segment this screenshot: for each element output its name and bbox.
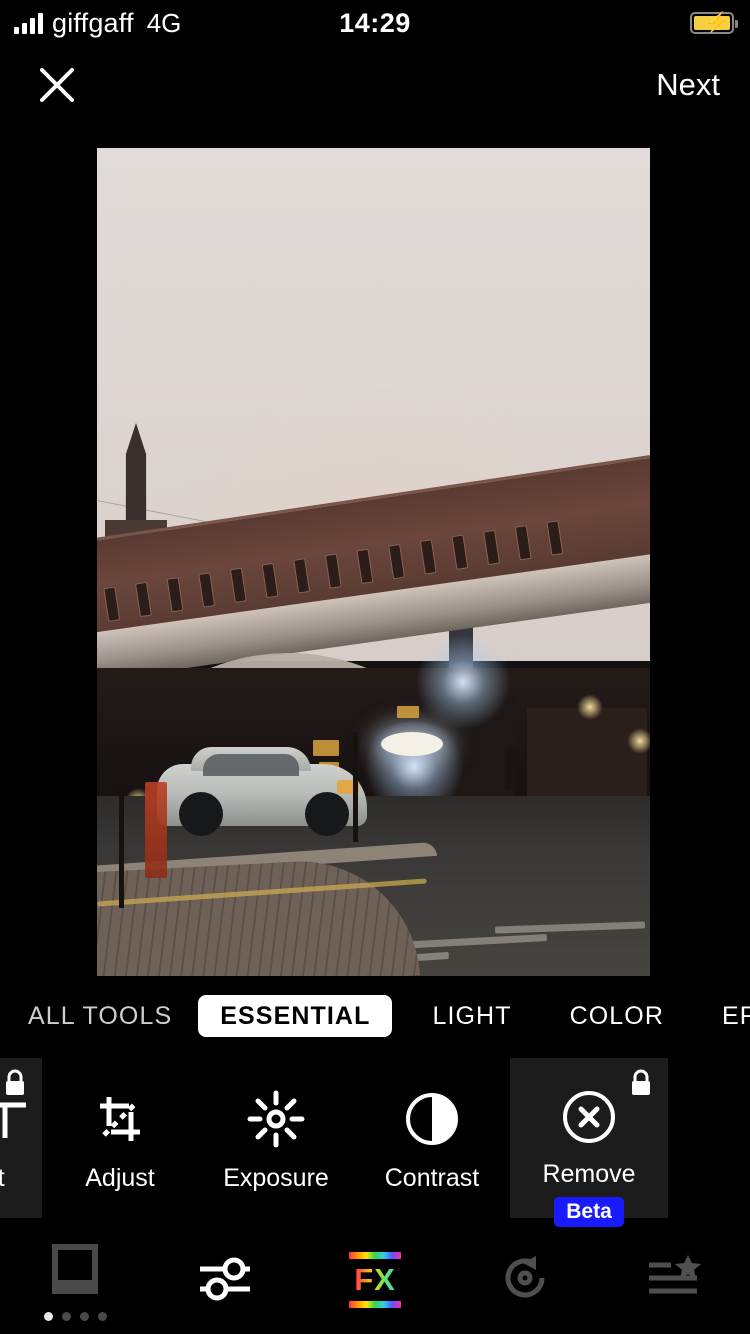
status-bar-right: ⚡: [690, 0, 738, 46]
bottom-item-revert[interactable]: [450, 1250, 600, 1311]
tool-contrast-label: Contrast: [384, 1164, 480, 1192]
tool-exposure[interactable]: Exposure: [198, 1058, 354, 1218]
tab-all-tools[interactable]: ALL TOOLS: [18, 1002, 182, 1031]
tool-list: ext Adjust: [0, 1058, 750, 1227]
contrast-half-circle-icon: [404, 1088, 460, 1150]
tool-remove-label: Remove: [542, 1160, 636, 1188]
adjust-sliders-icon: [196, 1251, 254, 1310]
tool-text-label: ext: [0, 1164, 5, 1192]
edited-photo: [97, 148, 650, 976]
filter-page-dots: [43, 1311, 107, 1321]
tool-exposure-label: Exposure: [223, 1164, 329, 1192]
close-icon[interactable]: [30, 58, 84, 112]
photo-canvas[interactable]: [97, 148, 650, 976]
tab-color[interactable]: COLOR: [560, 1002, 674, 1031]
tab-effects[interactable]: EFFECTS: [712, 1002, 750, 1031]
lock-icon: [628, 1068, 654, 1098]
next-button[interactable]: Next: [656, 58, 720, 112]
battery-charging-icon: ⚡: [690, 12, 738, 34]
clock-label: 14:29: [339, 7, 411, 38]
status-bar: giffgaff 4G 14:29 ⚡: [0, 0, 750, 46]
revert-history-icon: [496, 1250, 554, 1311]
bottom-toolbar: FX: [0, 1226, 750, 1334]
filters-frame-icon: [49, 1240, 101, 1303]
sun-exposure-icon: [247, 1088, 305, 1150]
top-navigation-bar: Next: [0, 58, 750, 134]
crop-adjust-icon: [91, 1088, 149, 1150]
tool-adjust[interactable]: Adjust: [42, 1058, 198, 1218]
street-sign: [145, 782, 167, 878]
presets-star-list-icon: [645, 1254, 705, 1307]
bottom-item-adjust[interactable]: [150, 1251, 300, 1310]
tool-text[interactable]: ext: [0, 1058, 42, 1218]
tool-category-tabs: ALL TOOLS ESSENTIAL LIGHT COLOR EFFECTS: [0, 988, 750, 1044]
tool-adjust-label: Adjust: [85, 1164, 155, 1192]
beta-badge: Beta: [554, 1197, 624, 1227]
parked-car: [157, 747, 367, 836]
remove-circle-x-icon: [560, 1088, 618, 1146]
tool-contrast[interactable]: Contrast: [354, 1058, 510, 1218]
fx-label: FX: [349, 1262, 401, 1298]
pedestrian: [505, 746, 516, 790]
bottom-item-filters[interactable]: [0, 1240, 150, 1321]
bottom-item-presets[interactable]: [600, 1254, 750, 1307]
shop-sign: [381, 732, 443, 756]
tool-remove[interactable]: Remove Beta: [510, 1058, 668, 1227]
tab-light[interactable]: LIGHT: [422, 1002, 521, 1031]
lock-icon: [2, 1068, 28, 1098]
bottom-item-fx[interactable]: FX: [300, 1252, 450, 1308]
tab-essential[interactable]: ESSENTIAL: [198, 995, 393, 1037]
fx-effects-icon: FX: [349, 1252, 401, 1308]
photo-editor-screen: giffgaff 4G 14:29 ⚡ Next ALL TOOLS ESSEN…: [0, 0, 750, 1334]
